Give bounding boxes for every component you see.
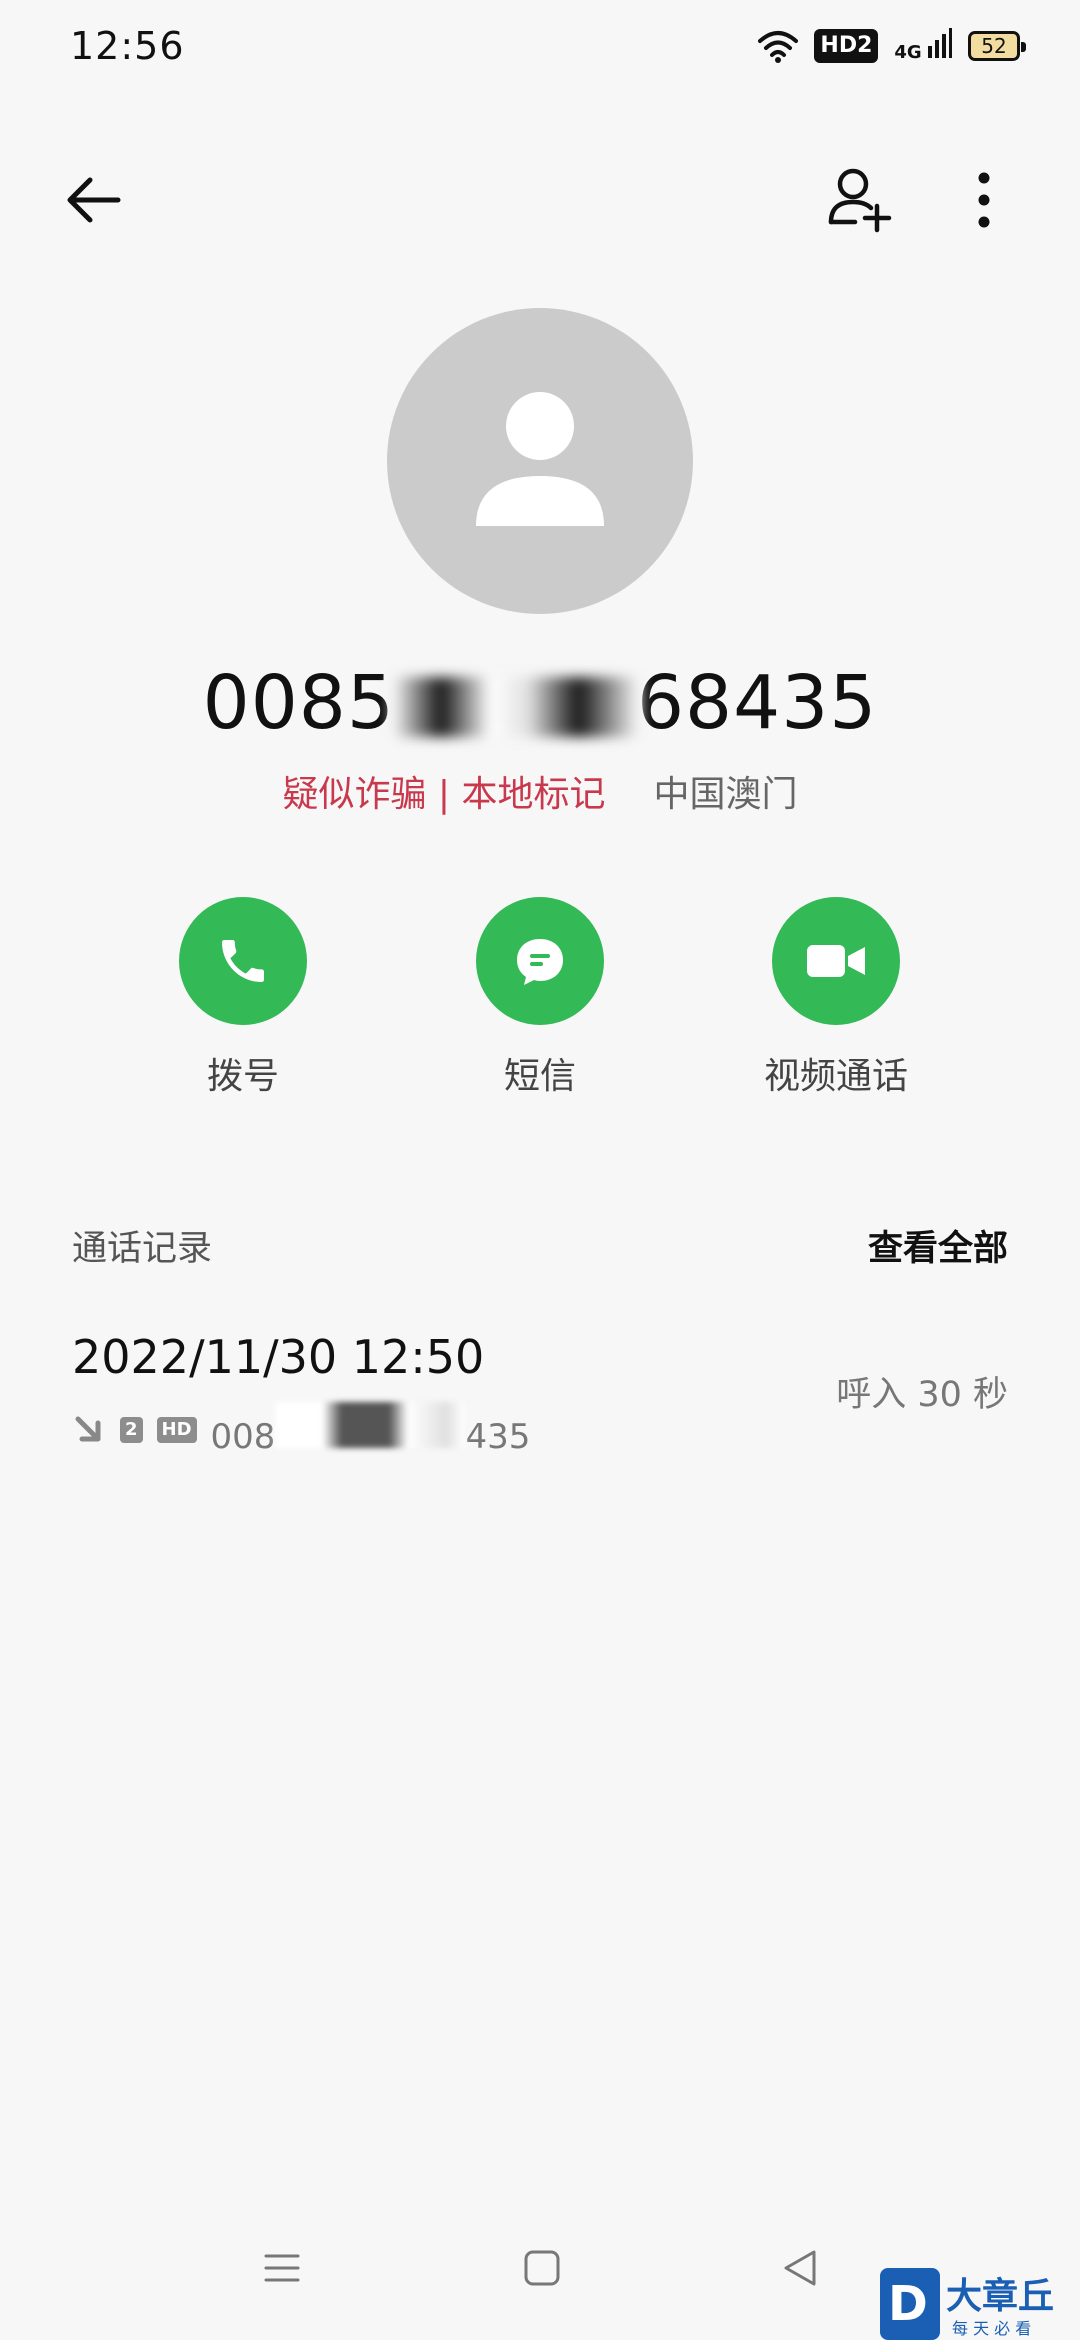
phone-number-prefix: 0085 <box>202 660 395 746</box>
top-action-bar <box>0 150 1080 250</box>
svg-text:D: D <box>888 2276 928 2332</box>
phone-icon <box>222 940 264 982</box>
redacted-digits <box>390 677 641 738</box>
person-placeholder-icon <box>476 392 604 526</box>
home-icon[interactable] <box>522 2248 562 2288</box>
contact-avatar <box>387 308 693 614</box>
phone-number-suffix: 68435 <box>636 660 878 746</box>
status-bar: 12:56 HD2 4G 52 <box>0 0 1080 96</box>
call-history-header: 通话记录 查看全部 <box>72 1220 1008 1270</box>
network-type: 4G <box>894 42 922 63</box>
video-call-button[interactable]: 视频通话 <box>706 897 966 1099</box>
back-triangle-icon[interactable] <box>780 2248 820 2288</box>
call-record-row[interactable]: 2022/11/30 12:50 2 HD 008 435 呼入 30 秒 <box>72 1330 1008 1460</box>
watermark-brand: 大章丘 <box>946 2275 1054 2317</box>
status-time: 12:56 <box>70 24 185 68</box>
sms-button[interactable]: 短信 <box>410 897 670 1099</box>
more-options-icon[interactable] <box>960 164 1008 236</box>
wifi-icon <box>758 30 799 63</box>
call-number-suffix: 435 <box>465 1417 531 1457</box>
dial-button[interactable]: 拨号 <box>113 897 373 1099</box>
add-contact-icon[interactable] <box>825 164 897 236</box>
sms-circle[interactable] <box>476 897 604 1025</box>
call-datetime: 2022/11/30 12:50 <box>72 1330 485 1384</box>
phone-number: 0085 68435 <box>0 660 1080 746</box>
watermark-logo: D 大章丘 每 天 必 看 <box>880 2268 1054 2340</box>
back-arrow-icon[interactable] <box>62 168 126 232</box>
dial-label: 拨号 <box>206 1056 279 1097</box>
call-history-title: 通话记录 <box>72 1229 213 1269</box>
dial-circle[interactable] <box>179 897 307 1025</box>
sms-label: 短信 <box>503 1056 576 1097</box>
hd-voice-badge: HD2 <box>814 28 879 63</box>
sim-badge: 2 <box>120 1416 143 1443</box>
contact-detail-screen: 12:56 HD2 4G 52 0085 68435 疑似诈骗 | 本地标记 中… <box>0 0 1080 2340</box>
call-summary: 呼入 30 秒 <box>836 1375 1008 1415</box>
number-region: 中国澳门 <box>653 774 798 815</box>
signal-bars-icon <box>928 28 952 58</box>
recent-apps-icon[interactable] <box>262 2248 302 2288</box>
message-icon <box>517 939 563 985</box>
call-meta: 2 HD 008 435 <box>72 1402 530 1457</box>
video-camera-icon <box>807 945 865 977</box>
battery-level: 52 <box>981 33 1007 58</box>
hd-call-badge: HD <box>156 1416 197 1443</box>
fraud-warning-tag: 疑似诈骗 | 本地标记 <box>282 774 606 815</box>
redacted-digits <box>275 1402 466 1448</box>
watermark-tagline: 每 天 必 看 <box>952 2319 1031 2338</box>
incoming-call-arrow-icon <box>75 1416 101 1441</box>
status-icons: HD2 4G 52 <box>758 28 1026 63</box>
call-number: 008 435 <box>210 1402 531 1457</box>
number-tag-line: 疑似诈骗 | 本地标记 中国澳门 <box>0 765 1080 817</box>
contact-actions: 拨号 短信 视频通话 <box>0 897 1080 1097</box>
battery-icon: 52 <box>968 30 1026 61</box>
video-call-circle[interactable] <box>772 897 900 1025</box>
view-all-link[interactable]: 查看全部 <box>868 1220 1008 1271</box>
video-call-label: 视频通话 <box>763 1056 908 1097</box>
signal-icon: 4G <box>894 28 952 63</box>
call-number-prefix: 008 <box>210 1417 276 1457</box>
